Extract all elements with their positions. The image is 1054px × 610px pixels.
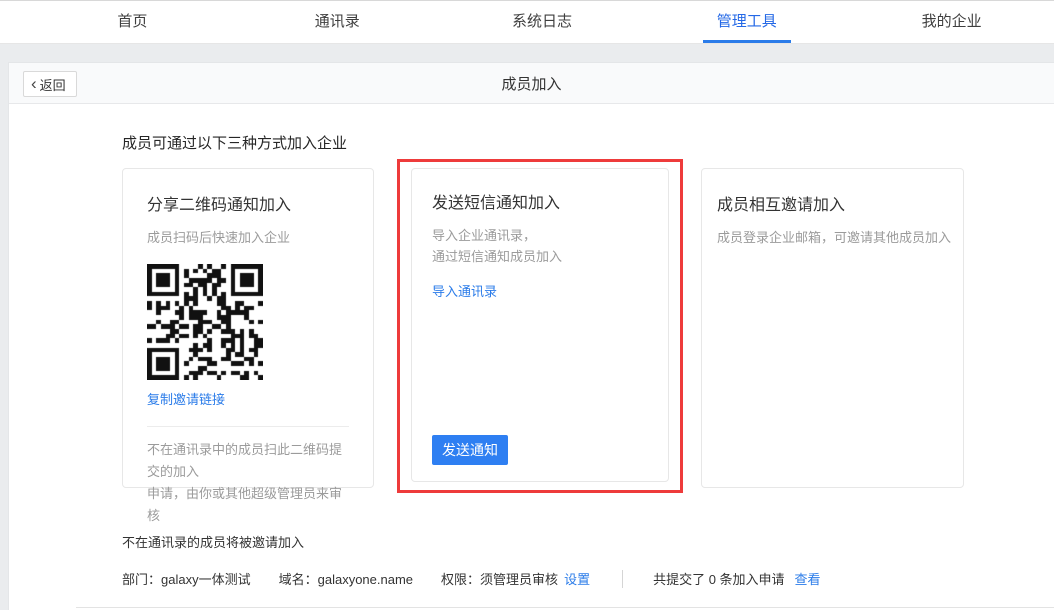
chevron-left-icon: ‹ [31, 75, 37, 92]
permission-value: 须管理员审核 [480, 572, 558, 587]
card-sms-title: 发送短信通知加入 [432, 189, 560, 213]
domain-info: 域名：galaxyone.name [279, 569, 413, 588]
card-divider [147, 426, 349, 427]
bottom-divider [76, 607, 1054, 608]
department-label: 部门： [122, 572, 161, 587]
domain-value: galaxyone.name [318, 572, 413, 587]
permission-label: 权限： [441, 572, 480, 587]
tab-home-label: 首页 [103, 1, 161, 43]
tab-system-log[interactable]: 系统日志 [440, 1, 645, 43]
tab-contacts[interactable]: 通讯录 [235, 1, 440, 43]
qr-code-canvas [147, 264, 263, 380]
copy-invite-link-row: 复制邀请链接 [147, 389, 349, 409]
back-button[interactable]: ‹ 返回 [23, 71, 77, 97]
member-join-panel: ‹ 返回 成员加入 成员可通过以下三种方式加入企业 分享二维码通知加入 成员扫码… [8, 62, 1054, 610]
card-qr-note: 不在通讯录中的成员扫此二维码提交的加入 申请，由你或其他超级管理员来审核 [147, 439, 349, 527]
card-qr-title: 分享二维码通知加入 [147, 191, 349, 215]
tab-home[interactable]: 首页 [30, 1, 235, 43]
card-qr-join: 分享二维码通知加入 成员扫码后快速加入企业 复制邀请链接 不在通讯录中的成员扫此… [122, 168, 374, 488]
card-invite-title: 成员相互邀请加入 [717, 191, 949, 215]
card-invite-subtitle: 成员登录企业邮箱，可邀请其他成员加入 [717, 227, 949, 248]
settings-link[interactable]: 设置 [564, 572, 590, 587]
card-sms-subtitle: 导入企业通讯录， 通过短信通知成员加入 [432, 225, 562, 267]
tab-admin-tools-label: 管理工具 [703, 1, 791, 43]
section-heading: 成员可通过以下三种方式加入企业 [122, 134, 1054, 154]
import-contacts-link[interactable]: 导入通讯录 [432, 281, 497, 300]
footer-note: 不在通讯录的成员将被邀请加入 [122, 534, 1054, 552]
highlight-red-box: 发送短信通知加入 导入企业通讯录， 通过短信通知成员加入 导入通讯录 发送通知 [397, 159, 683, 493]
view-applications-link[interactable]: 查看 [795, 569, 821, 588]
card-sms-subtitle-line2: 通过短信通知成员加入 [432, 249, 562, 264]
tab-my-enterprise-label: 我的企业 [908, 1, 996, 43]
department-info: 部门：galaxy一体测试 [122, 569, 251, 588]
tab-my-enterprise[interactable]: 我的企业 [849, 1, 1054, 43]
department-value: galaxy一体测试 [161, 572, 251, 587]
join-method-cards: 分享二维码通知加入 成员扫码后快速加入企业 复制邀请链接 不在通讯录中的成员扫此… [122, 159, 1054, 493]
send-notification-button[interactable]: 发送通知 [432, 435, 508, 465]
card-sms-subtitle-line1: 导入企业通讯录， [432, 228, 536, 243]
back-button-label: 返回 [40, 75, 66, 94]
top-nav: 首页 通讯录 系统日志 管理工具 我的企业 [0, 0, 1054, 44]
domain-label: 域名： [279, 572, 318, 587]
card-invite-join: 成员相互邀请加入 成员登录企业邮箱，可邀请其他成员加入 [701, 168, 964, 488]
vertical-divider [622, 570, 623, 588]
permission-info: 权限：须管理员审核设置 [441, 569, 590, 588]
card-qr-subtitle: 成员扫码后快速加入企业 [147, 227, 349, 248]
submitted-count-text: 共提交了 0 条加入申请 [653, 569, 784, 588]
card-qr-note-line2: 申请，由你或其他超级管理员来审核 [147, 486, 342, 523]
qr-code-image [147, 264, 263, 380]
footer-info-row: 部门：galaxy一体测试 域名：galaxyone.name 权限：须管理员审… [122, 569, 1054, 588]
page-title: 成员加入 [9, 73, 1054, 94]
tab-system-log-label: 系统日志 [498, 1, 586, 43]
copy-invite-link[interactable]: 复制邀请链接 [147, 392, 225, 407]
content-area: 成员可通过以下三种方式加入企业 分享二维码通知加入 成员扫码后快速加入企业 复制… [9, 104, 1054, 588]
card-sms-join: 发送短信通知加入 导入企业通讯录， 通过短信通知成员加入 导入通讯录 发送通知 [411, 168, 669, 482]
page-header: ‹ 返回 成员加入 [9, 63, 1054, 104]
tab-admin-tools[interactable]: 管理工具 [644, 1, 849, 43]
tab-contacts-label: 通讯录 [301, 1, 374, 43]
card-qr-note-line1: 不在通讯录中的成员扫此二维码提交的加入 [147, 442, 342, 479]
